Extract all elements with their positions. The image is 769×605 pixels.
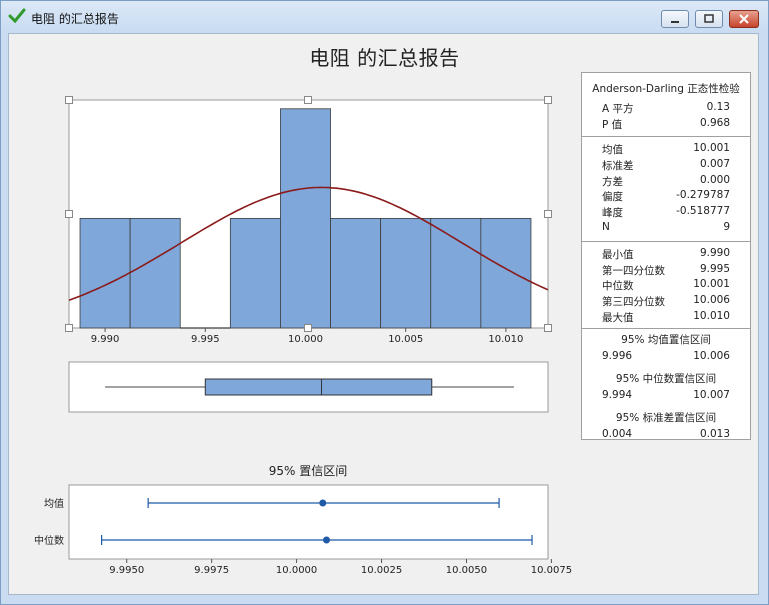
stat-value: 0.13: [706, 101, 730, 113]
histogram-bar[interactable]: [330, 217, 382, 329]
stat-value: 9.990: [699, 246, 730, 259]
stat-label: 最小值: [602, 248, 634, 261]
interval-x-tick-label: 10.0050: [446, 565, 487, 576]
histogram-x-tick-label: 10.005: [388, 334, 423, 345]
interval-x-tick-label: 9.9975: [194, 565, 229, 576]
stat-label: 最大值: [602, 312, 634, 324]
interval-point[interactable]: [323, 536, 331, 544]
histogram-bar[interactable]: [430, 217, 482, 329]
histogram-bar[interactable]: [480, 217, 532, 329]
ci-low-value: 9.996: [602, 349, 633, 362]
resize-handle[interactable]: [544, 210, 552, 218]
interval-plot-title: 95% 置信区间: [269, 464, 348, 478]
stat-label: 第三四分位数: [602, 296, 665, 309]
stat-value: -0.279787: [676, 189, 730, 202]
interval-x-tick-label: 10.0075: [531, 565, 572, 576]
interval-plot-area[interactable]: [68, 484, 549, 560]
histogram-bar[interactable]: [380, 217, 432, 329]
stat-value: 10.006: [693, 294, 730, 307]
resize-handle[interactable]: [65, 210, 73, 218]
section-divider: [582, 327, 750, 329]
interval-x-tick-label: 10.0000: [276, 565, 317, 576]
stat-value: 10.001: [693, 278, 730, 291]
boxplot-box[interactable]: [204, 378, 433, 396]
stat-label: 峰度: [602, 207, 623, 220]
ci-low-value: 0.004: [602, 427, 633, 440]
section-divider: [582, 240, 750, 242]
histogram-bar[interactable]: [229, 217, 281, 329]
stat-label: 方差: [602, 175, 623, 188]
histogram-bar[interactable]: [280, 108, 331, 329]
stat-value: 0.968: [699, 116, 730, 129]
resize-handle[interactable]: [304, 324, 312, 332]
resize-handle[interactable]: [304, 96, 312, 104]
resize-handle[interactable]: [65, 324, 73, 332]
statistics-panel: Anderson-Darling 正态性检验 A 平方 0.13 P 值 0.968 均值…: [581, 72, 751, 440]
histogram-x-tick-label: 10.010: [488, 334, 523, 345]
histogram-x-tick-label: 9.990: [91, 334, 120, 345]
stat-label: 均值: [602, 144, 623, 156]
stat-label: 标准差: [602, 159, 634, 172]
histogram-bar[interactable]: [79, 217, 131, 329]
stat-value: 0.007: [699, 157, 730, 170]
section-divider: [582, 136, 750, 137]
stat-value: -0.518777: [676, 205, 730, 218]
resize-handle[interactable]: [544, 96, 552, 104]
interval-category-label: 中位数: [34, 534, 64, 547]
histogram-x-tick-label: 10.000: [288, 334, 323, 345]
histogram-bar[interactable]: [129, 217, 181, 329]
interval-point[interactable]: [319, 499, 327, 507]
normality-test-header: Anderson-Darling 正态性检验: [592, 83, 740, 95]
stat-label: 中位数: [602, 280, 634, 293]
ci-high-value: 0.013: [699, 427, 730, 440]
confidence-interval-title: 95% 标准差置信区间: [615, 411, 717, 424]
ci-low-value: 9.994: [602, 388, 633, 401]
stat-value: 10.010: [693, 310, 730, 322]
stat-value: 0.000: [699, 173, 730, 186]
stat-label: P 值: [602, 118, 623, 131]
resize-handle[interactable]: [65, 96, 73, 104]
stat-label: A 平方: [602, 103, 634, 115]
interval-x-tick-label: 10.0025: [361, 565, 402, 576]
ci-high-value: 10.007: [693, 388, 730, 401]
interval-x-tick-label: 9.9950: [109, 565, 144, 576]
stat-value: 9: [723, 221, 730, 233]
stat-label: 偏度: [602, 191, 623, 204]
stat-value: 9.995: [699, 262, 730, 275]
stat-label: N: [602, 221, 610, 233]
confidence-interval-title: 95% 均值置信区间: [621, 333, 711, 346]
interval-category-label: 均值: [44, 497, 64, 510]
stat-label: 第一四分位数: [602, 264, 665, 277]
resize-handle[interactable]: [544, 324, 552, 332]
confidence-interval-title: 95% 中位数置信区间: [615, 372, 717, 385]
ci-high-value: 10.006: [693, 349, 730, 362]
histogram-x-tick-label: 9.995: [191, 334, 220, 345]
stat-value: 10.001: [693, 142, 730, 154]
